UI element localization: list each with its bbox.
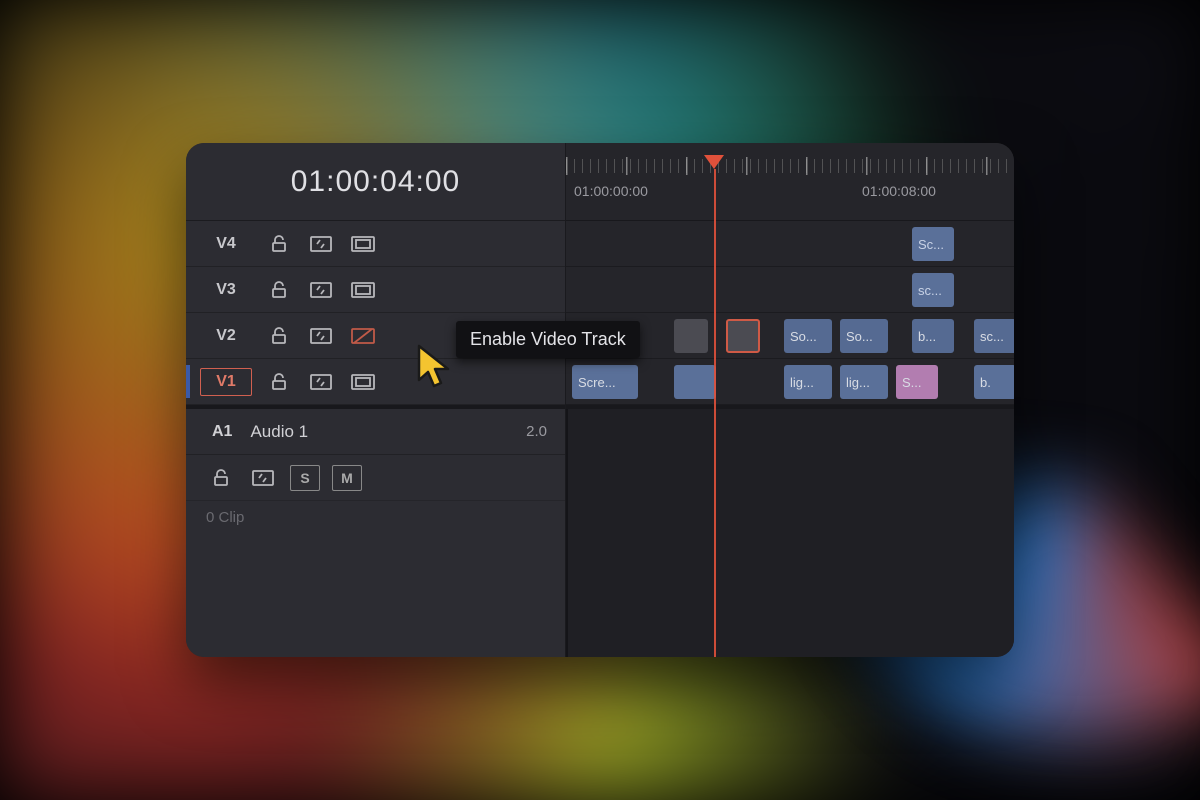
audio-track-name: Audio 1	[250, 422, 308, 442]
auto-select-icon[interactable]	[248, 464, 278, 492]
tooltip: Enable Video Track	[456, 321, 640, 358]
clip[interactable]: b...	[912, 319, 954, 353]
clip[interactable]: So...	[784, 319, 832, 353]
timeline-row-v3[interactable]: sc...	[566, 267, 1014, 313]
track-row-v3[interactable]: V3	[186, 267, 565, 313]
playhead-marker-icon[interactable]	[704, 155, 724, 175]
lock-icon[interactable]	[206, 464, 236, 492]
video-disable-icon[interactable]	[348, 322, 378, 350]
auto-select-icon[interactable]	[306, 230, 336, 258]
track-row-v4[interactable]: V4	[186, 221, 565, 267]
auto-select-icon[interactable]	[306, 276, 336, 304]
cursor-icon	[416, 344, 458, 397]
ruler-label: 01:00:00:00	[574, 183, 648, 199]
timeline-row-v1[interactable]: Scre... lig... lig... S... b.	[566, 359, 1014, 405]
audio-track-header[interactable]: A1 Audio 1 2.0	[186, 409, 565, 455]
timeline-area[interactable]: 01:00:00:00 01:00:08:00 Sc... sc... So..…	[566, 143, 1014, 657]
timeline-ruler[interactable]: 01:00:00:00 01:00:08:00	[566, 143, 1014, 221]
auto-select-icon[interactable]	[306, 368, 336, 396]
clip-disabled[interactable]	[674, 319, 708, 353]
clip[interactable]: b.	[974, 365, 1014, 399]
lock-icon[interactable]	[264, 368, 294, 396]
track-row-v1[interactable]: V1	[186, 359, 565, 405]
track-label-v3[interactable]: V3	[200, 276, 252, 304]
mute-button[interactable]: M	[332, 465, 362, 491]
timeline-body[interactable]: Sc... sc... So... So... b... sc... Scre.…	[566, 221, 1014, 657]
clip[interactable]: Scre...	[572, 365, 638, 399]
audio-volume[interactable]: 2.0	[526, 423, 547, 440]
track-header-column: 01:00:04:00 V4 V3	[186, 143, 566, 657]
track-label-v2[interactable]: V2	[200, 322, 252, 350]
timeline-row-v4[interactable]: Sc...	[566, 221, 1014, 267]
video-enable-icon[interactable]	[348, 230, 378, 258]
clip-count: 0 Clip	[186, 501, 565, 534]
video-enable-icon[interactable]	[348, 368, 378, 396]
clip[interactable]: S...	[896, 365, 938, 399]
clip[interactable]: sc...	[974, 319, 1014, 353]
auto-select-icon[interactable]	[306, 322, 336, 350]
video-enable-icon[interactable]	[348, 276, 378, 304]
timecode-display: 01:00:04:00	[186, 143, 565, 221]
timeline-panel: 01:00:04:00 V4 V3	[186, 143, 1014, 657]
lock-icon[interactable]	[264, 230, 294, 258]
clip[interactable]	[674, 365, 716, 399]
clip[interactable]: Sc...	[912, 227, 954, 261]
lock-icon[interactable]	[264, 276, 294, 304]
playhead-line[interactable]	[714, 169, 716, 657]
ruler-label: 01:00:08:00	[862, 183, 936, 199]
ruler-ticks-major	[566, 157, 1014, 175]
track-label-v4[interactable]: V4	[200, 230, 252, 258]
track-label-v1[interactable]: V1	[200, 368, 252, 396]
clip[interactable]: lig...	[784, 365, 832, 399]
lock-icon[interactable]	[264, 322, 294, 350]
timeline-audio-area[interactable]	[566, 409, 1014, 657]
solo-button[interactable]: S	[290, 465, 320, 491]
clip[interactable]: So...	[840, 319, 888, 353]
clip[interactable]: sc...	[912, 273, 954, 307]
audio-track-id[interactable]: A1	[212, 423, 232, 441]
audio-controls: S M	[186, 455, 565, 501]
clip-disabled-selected[interactable]	[726, 319, 760, 353]
clip[interactable]: lig...	[840, 365, 888, 399]
